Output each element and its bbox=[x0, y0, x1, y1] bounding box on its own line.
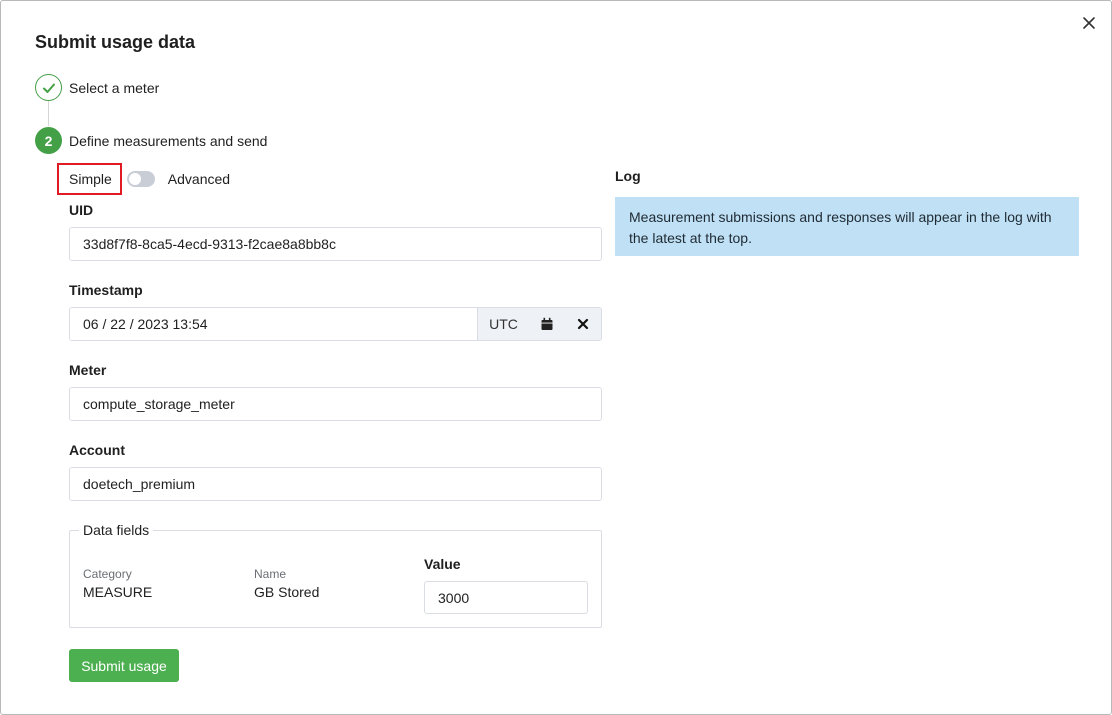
mode-toggle[interactable] bbox=[126, 171, 155, 187]
step-define-measurements: 2 Define measurements and send bbox=[35, 127, 267, 154]
step-number-badge: 2 bbox=[35, 127, 62, 154]
name-value: GB Stored bbox=[254, 584, 320, 600]
submit-usage-dialog: Submit usage data Select a meter 2 Defin… bbox=[0, 0, 1112, 715]
submit-usage-button[interactable]: Submit usage bbox=[69, 649, 179, 682]
uid-input[interactable]: 33d8f7f8-8ca5-4ecd-9313-f2cae8a8bb8c bbox=[69, 227, 602, 261]
step-select-meter: Select a meter bbox=[35, 74, 159, 101]
category-value: MEASURE bbox=[83, 584, 153, 600]
data-fields-legend: Data fields bbox=[79, 522, 154, 538]
timestamp-label: Timestamp bbox=[69, 282, 143, 298]
value-input[interactable]: 3000 bbox=[424, 581, 588, 614]
value-label: Value bbox=[424, 556, 461, 572]
mode-switch-row: Simple Advanced bbox=[57, 163, 230, 195]
close-icon[interactable] bbox=[1079, 13, 1099, 33]
calendar-icon[interactable] bbox=[529, 308, 565, 340]
meter-label: Meter bbox=[69, 362, 107, 378]
checkmark-icon bbox=[35, 74, 62, 101]
step-label: Select a meter bbox=[69, 79, 160, 96]
category-label: Category bbox=[83, 567, 132, 581]
simple-mode-label: Simple bbox=[57, 163, 122, 195]
step-label: Define measurements and send bbox=[69, 132, 268, 149]
timestamp-input[interactable]: 06 / 22 / 2023 13:54 bbox=[70, 308, 477, 340]
timestamp-field: 06 / 22 / 2023 13:54 UTC bbox=[69, 307, 602, 341]
uid-label: UID bbox=[69, 202, 94, 218]
name-label: Name bbox=[254, 567, 287, 581]
log-message: Measurement submissions and responses wi… bbox=[615, 197, 1079, 256]
account-input[interactable]: doetech_premium bbox=[69, 467, 602, 501]
account-label: Account bbox=[69, 442, 125, 458]
timezone-addon: UTC bbox=[477, 308, 529, 340]
toggle-knob bbox=[128, 173, 141, 185]
dialog-title: Submit usage data bbox=[35, 32, 196, 52]
clear-icon[interactable] bbox=[565, 308, 601, 340]
log-title: Log bbox=[615, 168, 641, 184]
meter-input[interactable]: compute_storage_meter bbox=[69, 387, 602, 421]
step-connector bbox=[48, 101, 49, 126]
advanced-mode-label: Advanced bbox=[167, 171, 231, 187]
